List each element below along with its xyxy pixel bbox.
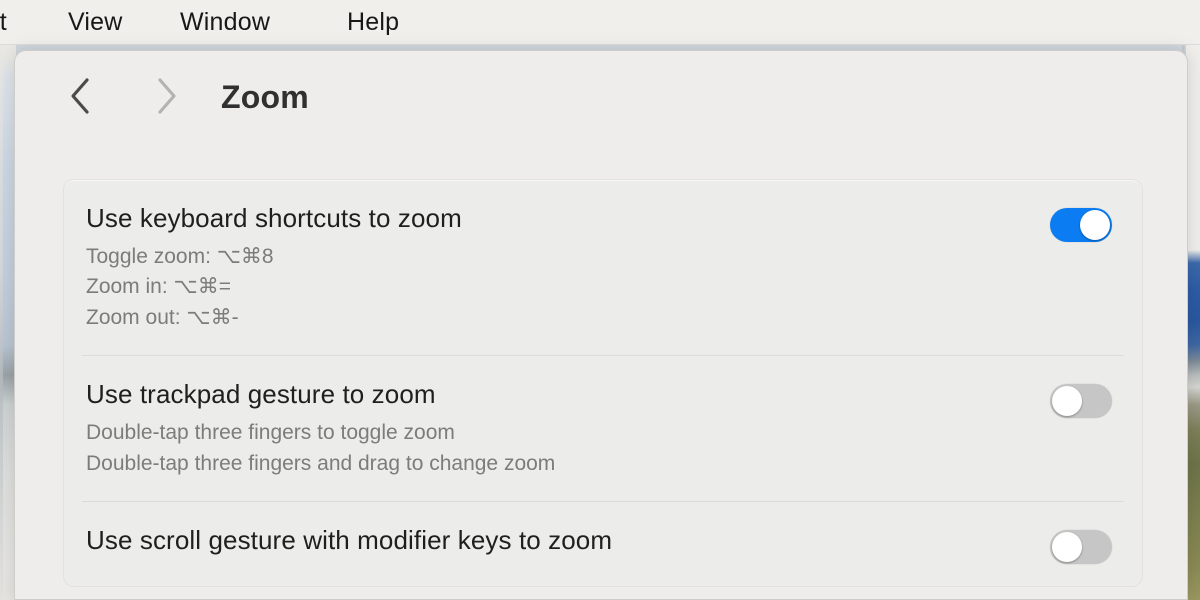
forward-button[interactable] (149, 73, 183, 119)
setting-row-scroll-gesture[interactable]: Use scroll gesture with modifier keys to… (64, 502, 1142, 586)
toggle-knob (1080, 210, 1110, 240)
system-settings-window: Zoom Use keyboard shortcuts to zoom Togg… (14, 50, 1188, 600)
toggle-trackpad-gesture[interactable] (1050, 384, 1112, 419)
setting-title: Use keyboard shortcuts to zoom (86, 203, 462, 233)
shortcut-zoom-out: Zoom out: ⌥⌘- (86, 305, 239, 329)
gesture-toggle-zoom: Double-tap three fingers to toggle zoom (86, 421, 455, 445)
setting-row-text: Use scroll gesture with modifier keys to… (86, 524, 1050, 556)
toggle-scroll-gesture[interactable] (1050, 529, 1112, 564)
setting-title: Use trackpad gesture to zoom (86, 379, 436, 410)
setting-description: Toggle zoom: ⌥⌘8 Zoom in: ⌥⌘= Zoom out: … (86, 242, 1050, 333)
wallpaper-left-edge (0, 45, 3, 600)
toggle-knob (1052, 386, 1082, 417)
wallpaper-right-strip (1186, 45, 1200, 600)
back-button[interactable] (63, 73, 97, 119)
window-toolbar: Zoom (15, 51, 1187, 129)
shortcut-zoom-in: Zoom in: ⌥⌘= (86, 275, 231, 299)
setting-title: Use scroll gesture with modifier keys to… (86, 524, 613, 555)
chevron-left-icon (71, 78, 89, 114)
setting-row-text: Use trackpad gesture to zoom Double-tap … (86, 379, 1050, 479)
setting-row-trackpad-gesture[interactable]: Use trackpad gesture to zoom Double-tap … (64, 356, 1142, 501)
menu-item-edit[interactable]: it (0, 8, 7, 37)
setting-row-keyboard-shortcuts[interactable]: Use keyboard shortcuts to zoom Toggle zo… (64, 180, 1142, 355)
page-title: Zoom (221, 79, 309, 115)
toggle-knob (1052, 531, 1082, 562)
setting-description: Double-tap three fingers to toggle zoom … (86, 418, 1050, 479)
toggle-keyboard-shortcuts[interactable] (1050, 208, 1112, 242)
menu-item-window[interactable]: Window (180, 8, 270, 37)
menu-item-view[interactable]: View (68, 8, 123, 37)
zoom-settings-card: Use keyboard shortcuts to zoom Toggle zo… (63, 179, 1143, 587)
gesture-change-zoom: Double-tap three fingers and drag to cha… (86, 451, 556, 475)
shortcut-toggle-zoom: Toggle zoom: ⌥⌘8 (86, 244, 274, 268)
menu-bar: it View Window Help (0, 0, 1200, 45)
chevron-right-icon (158, 78, 176, 114)
menu-item-help[interactable]: Help (347, 8, 399, 37)
setting-row-text: Use keyboard shortcuts to zoom Toggle zo… (86, 203, 1050, 333)
